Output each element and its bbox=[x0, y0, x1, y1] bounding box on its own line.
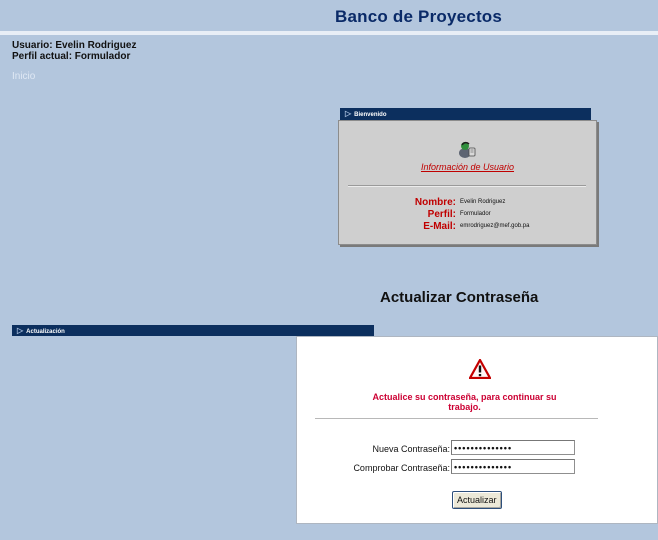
header-divider bbox=[0, 31, 658, 35]
page-title: Banco de Proyectos bbox=[335, 7, 503, 26]
update-password-title: Actualizar Contraseña bbox=[380, 289, 539, 306]
warning-message-line-2: trabajo. bbox=[448, 402, 481, 412]
new-password-row: Nueva Contraseña: bbox=[297, 440, 657, 458]
user-info-card: Información de Usuario Nombre: Evelin Ro… bbox=[338, 120, 597, 245]
update-bar-label: Actualización bbox=[26, 329, 65, 335]
profile-row: Perfil: Formulador bbox=[339, 209, 596, 221]
name-value: Evelin Rodriguez bbox=[460, 199, 506, 205]
profile-value: Formulador bbox=[460, 211, 491, 217]
current-profile: Perfil actual: Formulador bbox=[12, 51, 131, 62]
confirm-password-row: Comprobar Contraseña: bbox=[297, 459, 657, 477]
user-info-icon bbox=[457, 141, 477, 164]
update-section-bar: ▷ Actualización bbox=[12, 325, 374, 336]
session-info: Usuario: Evelin Rodriguez Perfil actual:… bbox=[12, 40, 136, 62]
confirm-password-field[interactable] bbox=[451, 459, 575, 474]
triangle-arrow-icon: ▷ bbox=[17, 326, 24, 335]
new-password-field[interactable] bbox=[451, 440, 575, 455]
name-row: Nombre: Evelin Rodriguez bbox=[339, 197, 596, 209]
home-link[interactable]: Inicio bbox=[12, 71, 35, 82]
email-value: emrodriguez@mef.gob.pa bbox=[460, 223, 530, 229]
panel-divider bbox=[315, 418, 598, 419]
confirm-password-label: Comprobar Contraseña: bbox=[353, 463, 450, 473]
warning-triangle-icon bbox=[468, 357, 492, 384]
welcome-section-bar: ▷ Bienvenido bbox=[340, 108, 591, 120]
name-label: Nombre: bbox=[414, 197, 456, 208]
user-info-title: Información de Usuario bbox=[420, 162, 515, 172]
email-row: E-Mail: emrodriguez@mef.gob.pa bbox=[339, 221, 596, 233]
current-user: Usuario: Evelin Rodriguez bbox=[12, 40, 137, 51]
warning-message-line-1: Actualice su contraseña, para continuar … bbox=[372, 392, 557, 402]
profile-label: Perfil: bbox=[427, 209, 456, 220]
password-update-panel: Actualice su contraseña, para continuar … bbox=[296, 336, 658, 524]
email-label: E-Mail: bbox=[423, 221, 456, 232]
update-password-button[interactable]: Actualizar bbox=[452, 491, 502, 509]
new-password-label: Nueva Contraseña: bbox=[372, 444, 450, 454]
triangle-arrow-icon: ▷ bbox=[345, 109, 352, 118]
welcome-bar-label: Bienvenido bbox=[354, 112, 387, 118]
password-warning-message: Actualice su contraseña, para continuar … bbox=[297, 392, 632, 412]
user-card-divider bbox=[348, 185, 586, 187]
